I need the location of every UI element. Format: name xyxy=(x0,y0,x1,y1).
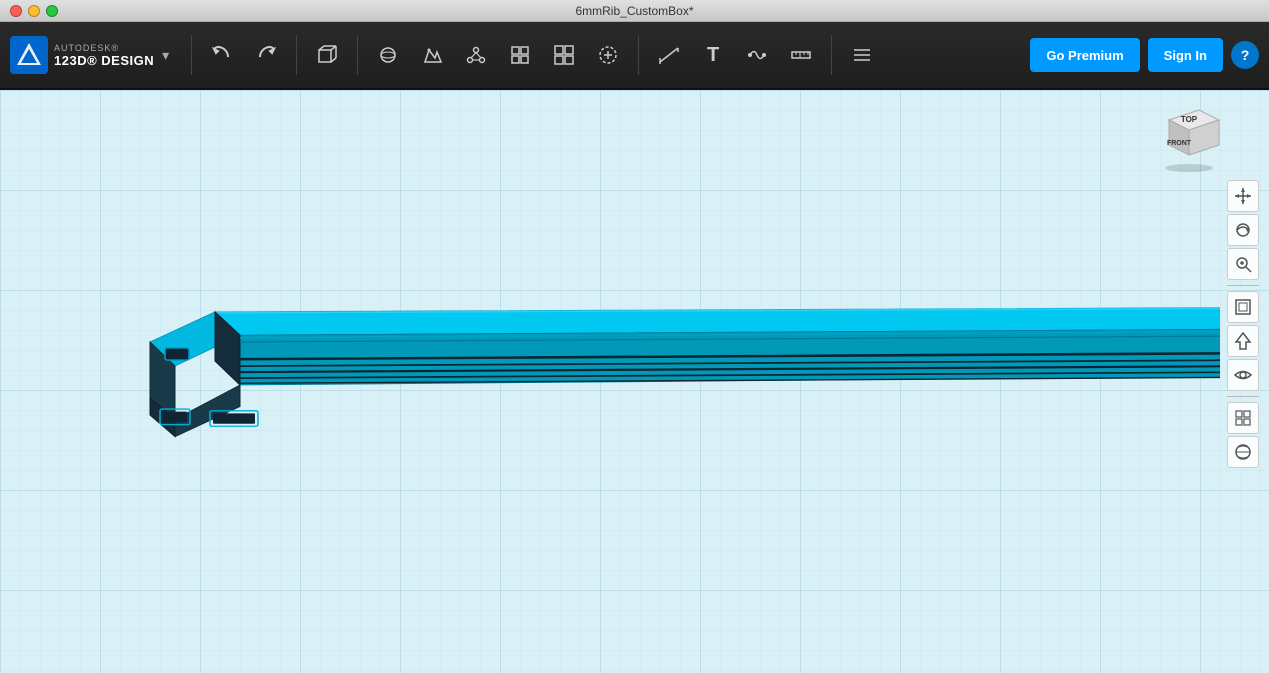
divider-1 xyxy=(191,35,192,75)
go-premium-button[interactable]: Go Premium xyxy=(1030,38,1139,72)
divider-4 xyxy=(638,35,639,75)
sign-in-button[interactable]: Sign In xyxy=(1148,38,1223,72)
home-view-button[interactable] xyxy=(1227,325,1259,357)
maximize-button[interactable] xyxy=(46,5,58,17)
material-button[interactable] xyxy=(1227,436,1259,468)
product-name: 123D® DESIGN xyxy=(54,53,154,68)
viewcube[interactable]: TOP FRONT xyxy=(1159,100,1219,170)
logo-area: AUTODESK® 123D® DESIGN ▾ xyxy=(10,36,169,74)
fit-view-button[interactable] xyxy=(1227,291,1259,323)
measure-button[interactable] xyxy=(651,37,687,73)
ruler-button[interactable] xyxy=(783,37,819,73)
svg-text:FRONT: FRONT xyxy=(1167,140,1192,147)
primitives-button[interactable] xyxy=(370,37,406,73)
window-title: 6mmRib_CustomBox* xyxy=(575,4,693,18)
divider-2 xyxy=(296,35,297,75)
divider-5 xyxy=(831,35,832,75)
pattern-button[interactable] xyxy=(546,37,582,73)
close-button[interactable] xyxy=(10,5,22,17)
titlebar: 6mmRib_CustomBox* xyxy=(0,0,1269,22)
viewcube-svg: TOP FRONT xyxy=(1159,100,1229,172)
construct-button[interactable] xyxy=(458,37,494,73)
grid-toggle-button[interactable] xyxy=(1227,402,1259,434)
rt-divider-2 xyxy=(1227,396,1259,397)
app-menu-dropdown[interactable]: ▾ xyxy=(162,47,169,64)
redo-button[interactable] xyxy=(248,37,284,73)
group-button[interactable] xyxy=(590,37,626,73)
3d-model xyxy=(0,170,1220,600)
pan-button[interactable] xyxy=(1227,180,1259,212)
logo-text: AUTODESK® 123D® DESIGN xyxy=(54,43,154,68)
modify-button[interactable] xyxy=(502,37,538,73)
eye-view-button[interactable] xyxy=(1227,359,1259,391)
viewport[interactable]: TOP FRONT xyxy=(0,90,1269,673)
divider-3 xyxy=(357,35,358,75)
right-toolbar xyxy=(1227,180,1259,468)
layers-button[interactable] xyxy=(844,37,880,73)
zoom-button[interactable] xyxy=(1227,248,1259,280)
minimize-button[interactable] xyxy=(28,5,40,17)
snap-button[interactable] xyxy=(739,37,775,73)
svg-text:TOP: TOP xyxy=(1181,115,1198,124)
undo-button[interactable] xyxy=(204,37,240,73)
sketch-button[interactable] xyxy=(414,37,450,73)
orbit-button[interactable] xyxy=(1227,214,1259,246)
box-tool-button[interactable] xyxy=(309,37,345,73)
main-toolbar: AUTODESK® 123D® DESIGN ▾ xyxy=(0,22,1269,90)
rt-divider-1 xyxy=(1227,285,1259,286)
text-button[interactable]: T xyxy=(695,37,731,73)
titlebar-buttons xyxy=(10,5,58,17)
brand-name: AUTODESK® xyxy=(54,43,154,53)
premium-area: Go Premium Sign In ? xyxy=(1030,38,1259,72)
help-button[interactable]: ? xyxy=(1231,41,1259,69)
autodesk-logo-icon xyxy=(10,36,48,74)
